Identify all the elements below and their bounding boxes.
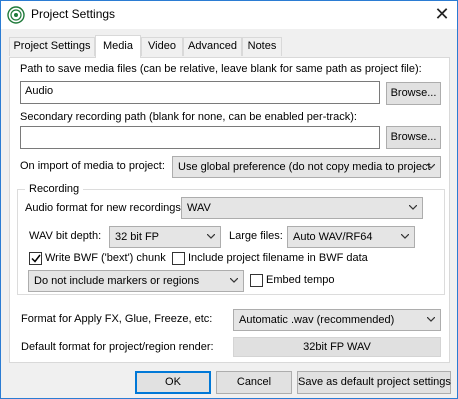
chevron-down-icon <box>230 278 238 283</box>
wav-bit-depth-label: WAV bit depth: <box>29 230 102 242</box>
write-bwf-checkbox[interactable] <box>29 252 42 265</box>
tab-video[interactable]: Video <box>141 37 183 56</box>
markers-select[interactable]: Do not include markers or regions <box>28 270 244 292</box>
tab-strip: Project Settings Media Video Advanced No… <box>9 35 449 58</box>
tab-label: Advanced <box>188 40 237 52</box>
tab-label: Media <box>103 40 133 52</box>
tab-media[interactable]: Media <box>95 35 141 58</box>
apply-fx-format-select[interactable]: Automatic .wav (recommended) <box>233 309 441 331</box>
audio-format-label: Audio format for new recordings: <box>25 202 184 214</box>
markers-value: Do not include markers or regions <box>34 275 200 287</box>
audio-format-select[interactable]: WAV <box>181 197 423 219</box>
tab-advanced[interactable]: Advanced <box>183 37 242 56</box>
save-default-settings-button[interactable]: Save as default project settings <box>297 371 451 394</box>
large-files-label: Large files: <box>229 230 283 242</box>
project-settings-dialog: Project Settings ✕ Project Settings Medi… <box>0 0 458 399</box>
reaper-app-icon <box>7 6 25 24</box>
chevron-down-icon <box>427 164 435 169</box>
title-bar: Project Settings ✕ <box>1 1 457 29</box>
render-format-label: Default format for project/region render… <box>21 341 214 353</box>
import-media-label: On import of media to project: <box>20 160 165 172</box>
chevron-down-icon <box>409 205 417 210</box>
browse-media-path-button[interactable]: Browse... <box>386 82 441 105</box>
import-media-value: Use global preference (do not copy media… <box>178 161 431 173</box>
chevron-down-icon <box>427 317 435 322</box>
close-icon: ✕ <box>434 4 450 24</box>
apply-fx-format-value: Automatic .wav (recommended) <box>239 314 395 326</box>
tab-label: Video <box>148 40 176 52</box>
chevron-down-icon <box>207 234 215 239</box>
render-format-button[interactable]: 32bit FP WAV <box>233 337 441 357</box>
chevron-down-icon <box>401 234 409 239</box>
close-button[interactable]: ✕ <box>427 1 457 29</box>
large-files-value: Auto WAV/RF64 <box>293 231 373 243</box>
recording-group-title: Recording <box>25 183 84 195</box>
media-path-input[interactable]: Audio <box>20 81 380 104</box>
tab-label: Notes <box>247 40 277 52</box>
browse-secondary-path-button[interactable]: Browse... <box>386 126 441 149</box>
audio-format-value: WAV <box>187 202 211 214</box>
cancel-button[interactable]: Cancel <box>216 371 292 394</box>
write-bwf-label[interactable]: Write BWF ('bext') chunk <box>45 252 166 264</box>
embed-tempo-label[interactable]: Embed tempo <box>266 274 334 286</box>
wav-bit-depth-select[interactable]: 32 bit FP <box>109 226 221 248</box>
tab-label: Project Settings <box>13 40 91 52</box>
tab-notes[interactable]: Notes <box>242 37 282 56</box>
import-media-select[interactable]: Use global preference (do not copy media… <box>172 156 441 178</box>
ok-button[interactable]: OK <box>135 371 211 394</box>
checkmark-icon <box>31 254 41 263</box>
secondary-path-input[interactable] <box>20 126 380 149</box>
tab-project-settings[interactable]: Project Settings <box>9 37 95 56</box>
include-filename-label[interactable]: Include project filename in BWF data <box>188 252 368 264</box>
include-filename-checkbox[interactable] <box>172 252 185 265</box>
large-files-select[interactable]: Auto WAV/RF64 <box>287 226 415 248</box>
media-path-label: Path to save media files (can be relativ… <box>20 63 422 75</box>
secondary-path-label: Secondary recording path (blank for none… <box>20 111 357 123</box>
apply-fx-format-label: Format for Apply FX, Glue, Freeze, etc: <box>21 313 213 325</box>
wav-bit-depth-value: 32 bit FP <box>115 231 160 243</box>
embed-tempo-checkbox[interactable] <box>250 274 263 287</box>
window-title: Project Settings <box>31 7 116 21</box>
